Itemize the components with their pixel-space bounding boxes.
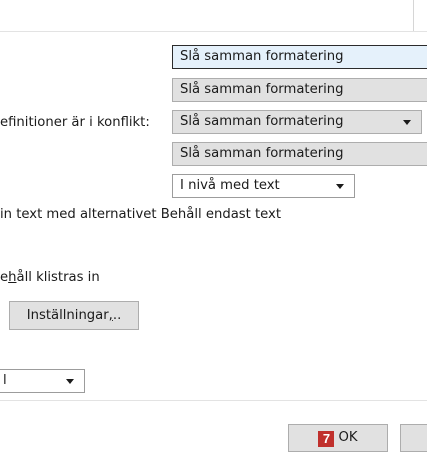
top-edge-divider bbox=[413, 0, 414, 32]
paste-dropdown-1-value: Slå samman formatering bbox=[180, 49, 344, 64]
chevron-down-icon bbox=[66, 379, 74, 384]
settings-button-pre: Inställningar bbox=[26, 308, 109, 323]
settings-button[interactable]: Inställningar,.. bbox=[9, 301, 139, 330]
paste-dropdown-4[interactable]: Slå samman formatering bbox=[172, 142, 427, 166]
image-position-dropdown[interactable]: I nivå med text bbox=[172, 174, 355, 198]
conflict-definitions-label: efinitioner är i konflikt: bbox=[0, 115, 150, 130]
top-separator bbox=[0, 31, 427, 32]
paste-dropdown-3[interactable]: Slå samman formatering bbox=[172, 110, 422, 134]
text-only-option-label[interactable]: in text med alternativet Behåll endast t… bbox=[0, 207, 281, 223]
ok-button[interactable]: 7 OK bbox=[288, 424, 388, 452]
settings-button-post: .. bbox=[112, 308, 122, 323]
footer-separator bbox=[0, 400, 427, 401]
chevron-down-icon bbox=[403, 120, 411, 125]
small-dropdown[interactable]: l bbox=[0, 369, 85, 393]
keep-pasted-pre: e bbox=[0, 270, 9, 285]
dialog-top-area bbox=[0, 0, 427, 31]
ok-button-label: OK bbox=[338, 430, 358, 445]
small-dropdown-value: l bbox=[3, 373, 7, 388]
chevron-down-icon bbox=[336, 184, 344, 189]
keep-pasted-label[interactable]: ehåll klistras in bbox=[0, 270, 100, 286]
paste-dropdown-2[interactable]: Slå samman formatering bbox=[172, 78, 427, 102]
cancel-button[interactable] bbox=[400, 424, 427, 452]
paste-dropdown-2-value: Slå samman formatering bbox=[180, 82, 344, 97]
image-position-dropdown-value: I nivå med text bbox=[180, 178, 280, 193]
paste-dropdown-3-value: Slå samman formatering bbox=[180, 114, 344, 129]
paste-dropdown-4-value: Slå samman formatering bbox=[180, 146, 344, 161]
paste-dropdown-1[interactable]: Slå samman formatering bbox=[172, 45, 427, 69]
keep-pasted-post: åll klistras in bbox=[16, 270, 100, 285]
ok-badge: 7 bbox=[318, 431, 335, 447]
